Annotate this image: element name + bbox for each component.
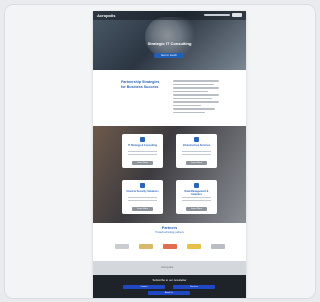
- footer-logo[interactable]: Acropolis: [161, 265, 173, 269]
- learn-more-button[interactable]: Learn More: [132, 161, 153, 165]
- hero-section: Acropolis Strategic IT Consulting Get in…: [93, 11, 246, 70]
- learn-more-button[interactable]: Learn More: [186, 161, 207, 165]
- service-title: Cloud & Security Solutions: [126, 190, 159, 193]
- hero-image: [145, 17, 200, 57]
- partner-logo[interactable]: [211, 244, 225, 249]
- service-icon: [140, 183, 145, 188]
- footer-title: Subscribe to our newsletter: [152, 278, 187, 282]
- intro-title: Partnership Strategies for Business Succ…: [121, 80, 160, 89]
- nav-links[interactable]: [204, 14, 230, 16]
- footer-button[interactable]: About Us: [148, 291, 190, 295]
- service-card[interactable]: Data Management & Analytics Learn More: [176, 180, 217, 214]
- partners-section: Partners Trusted technology partners: [93, 223, 246, 261]
- services-section: IT Strategy & Consulting Learn More Infr…: [93, 126, 246, 223]
- service-title: Data Management & Analytics: [184, 190, 209, 196]
- partners-title: Partners: [161, 226, 178, 230]
- hero-title: Strategic IT Consulting: [147, 41, 192, 46]
- footer-logo-band: Acropolis: [93, 261, 246, 275]
- service-icon: [194, 183, 199, 188]
- service-icon: [140, 137, 145, 142]
- partners-subtitle: Trusted technology partners: [155, 232, 184, 234]
- preview-card: Acropolis Strategic IT Consulting Get in…: [4, 4, 316, 299]
- website-screenshot[interactable]: Acropolis Strategic IT Consulting Get in…: [93, 11, 246, 298]
- service-card[interactable]: Infrastructure Services Learn More: [176, 134, 217, 168]
- service-title: Infrastructure Services: [182, 144, 211, 147]
- partner-logo[interactable]: [139, 244, 153, 249]
- partner-logo[interactable]: [163, 244, 177, 249]
- intro-section: Partnership Strategies for Business Succ…: [93, 70, 246, 126]
- nav-cta-button[interactable]: [232, 13, 242, 17]
- footer-button[interactable]: Contact: [123, 285, 165, 289]
- footer-button[interactable]: Services: [173, 285, 215, 289]
- partner-logo[interactable]: [187, 244, 201, 249]
- hero-cta-button[interactable]: Get in touch: [154, 53, 184, 58]
- learn-more-button[interactable]: Learn More: [132, 207, 153, 211]
- partner-logo[interactable]: [115, 244, 129, 249]
- top-nav: Acropolis: [93, 11, 246, 20]
- footer: Subscribe to our newsletter Contact Serv…: [93, 275, 246, 298]
- service-card[interactable]: IT Strategy & Consulting Learn More: [122, 134, 163, 168]
- intro-text: [173, 80, 219, 115]
- service-card[interactable]: Cloud & Security Solutions Learn More: [122, 180, 163, 214]
- service-icon: [194, 137, 199, 142]
- service-title: IT Strategy & Consulting: [127, 144, 158, 147]
- learn-more-button[interactable]: Learn More: [186, 207, 207, 211]
- site-logo[interactable]: Acropolis: [97, 13, 115, 18]
